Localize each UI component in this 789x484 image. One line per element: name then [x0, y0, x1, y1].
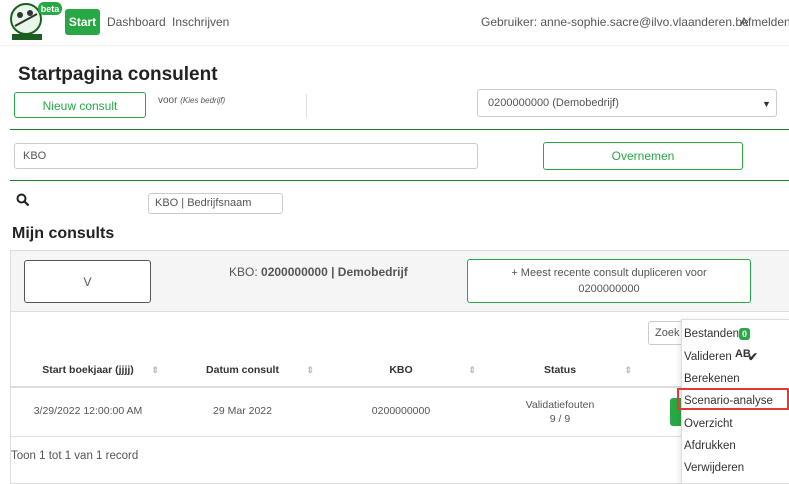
menu-item-label: Bestanden	[684, 328, 739, 340]
company-kbo-line: KBO: 0200000000 | Demobedrijf	[229, 265, 408, 279]
spellcheck-icon: AB✔	[734, 348, 758, 364]
kbo-prefix: KBO:	[229, 265, 258, 279]
cell-datum-consult: 29 Mar 2022	[213, 405, 272, 417]
column-header-start-boekjaar[interactable]: Start boekjaar (jjjj) ⇕	[11, 353, 165, 388]
nav-dashboard[interactable]: Dashboard	[107, 15, 166, 29]
column-header-status[interactable]: Status ⇕	[482, 353, 638, 388]
nav-inschrijven[interactable]: Inschrijven	[172, 15, 229, 29]
status-text: Validatiefouten	[525, 399, 595, 411]
menu-item-berekenen[interactable]: Berekenen	[684, 373, 740, 385]
user-info: Gebruiker: anne-sophie.sacre@ilvo.vlaand…	[481, 15, 749, 29]
cell-status: Validatiefouten 9 / 9	[482, 398, 638, 426]
nav-start[interactable]: Start	[65, 9, 100, 35]
search-icon	[16, 193, 30, 207]
kbo-input-placeholder: KBO	[23, 150, 47, 162]
table-info: Toon 1 tot 1 van 1 record	[11, 450, 139, 462]
column-header-kbo[interactable]: KBO ⇕	[320, 353, 482, 388]
voor-hint: (Kies bedrijf)	[180, 96, 226, 105]
section-divider	[10, 129, 789, 130]
app-logo[interactable]: beta	[9, 2, 62, 42]
divider	[306, 94, 307, 118]
voor-text: voor	[158, 95, 178, 106]
v-button[interactable]: V	[24, 260, 151, 303]
status-count: 9 / 9	[549, 413, 571, 425]
sort-icon: ⇕	[468, 365, 476, 375]
menu-item-label: Valideren	[684, 351, 732, 363]
menu-item-bestanden[interactable]: Bestanden 0	[684, 328, 751, 340]
column-header-datum-consult[interactable]: Datum consult ⇕	[165, 353, 320, 388]
column-header-label: KBO	[389, 364, 413, 376]
menu-item-valideren[interactable]: Valideren AB✔	[684, 348, 761, 364]
column-header-label: Datum consult	[206, 364, 279, 376]
new-consult-button[interactable]: Nieuw consult	[14, 92, 146, 118]
section-title: Mijn consults	[12, 225, 115, 242]
company-search-placeholder: KBO | Bedrijfsnaam	[155, 197, 252, 209]
overnemen-button[interactable]: Overnemen	[543, 142, 743, 170]
duplicate-consult-button[interactable]: + Meest recente consult dupliceren voor …	[467, 259, 751, 303]
menu-item-verwijderen[interactable]: Verwijderen	[684, 462, 744, 474]
column-header-label: Start boekjaar (jjjj)	[42, 364, 134, 376]
highlight-box	[677, 388, 789, 410]
duplicate-label-line1: + Meest recente consult dupliceren voor	[511, 267, 707, 279]
cell-kbo: 0200000000	[371, 405, 431, 417]
company-search-input[interactable]: KBO | Bedrijfsnaam	[148, 193, 283, 214]
sort-icon: ⇕	[306, 365, 314, 375]
logout-link[interactable]: Afmelden	[740, 15, 789, 29]
kbo-value: 0200000000 | Demobedrijf	[261, 265, 408, 279]
row-divider	[11, 436, 681, 437]
sort-icon: ⇕	[624, 365, 632, 375]
count-badge: 0	[739, 328, 751, 340]
voor-label: voor (Kies bedrijf)	[158, 95, 225, 106]
column-header-actions	[638, 353, 681, 388]
menu-item-overzicht[interactable]: Overzicht	[684, 418, 733, 430]
menu-item-afdrukken[interactable]: Afdrukken	[684, 440, 736, 452]
duplicate-label-line2: 0200000000	[578, 283, 640, 295]
logo-badge: beta	[41, 4, 61, 14]
section-divider-2	[10, 180, 789, 181]
page-title: Startpagina consulent	[18, 64, 218, 85]
cell-start-boekjaar: 3/29/2022 12:00:00 AM	[33, 405, 143, 417]
company-select-value: 0200000000 (Demobedrijf)	[488, 97, 619, 109]
column-header-label: Status	[543, 364, 577, 376]
table-search-label: Zoek	[655, 327, 680, 339]
chevron-down-icon: ▼	[762, 99, 771, 109]
company-select[interactable]: 0200000000 (Demobedrijf)	[477, 89, 777, 117]
sort-icon: ⇕	[151, 365, 159, 375]
kbo-input[interactable]: KBO	[14, 143, 478, 169]
